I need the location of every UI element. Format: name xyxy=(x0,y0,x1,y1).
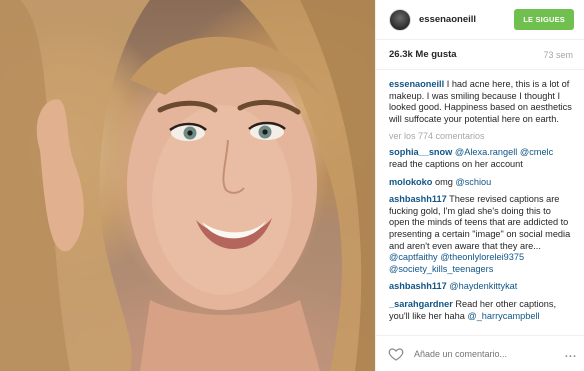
selfie-illustration xyxy=(0,0,375,371)
comments-list: essenaoneill I had acne here, this is a … xyxy=(376,70,584,336)
caption: essenaoneill I had acne here, this is a … xyxy=(389,79,573,125)
post-side-panel: essenaoneill LE SIGUES 26.3k Me gusta 73… xyxy=(375,0,584,371)
comment-mention[interactable]: @Alexa.rangell @cmelc xyxy=(455,147,553,157)
more-options-icon[interactable]: ... xyxy=(565,348,577,360)
comment-item: ashbashh117 @haydenkittykat xyxy=(389,281,573,293)
comment-username[interactable]: ashbashh117 xyxy=(389,194,447,204)
post-stats: 26.3k Me gusta 73 sem xyxy=(376,40,584,70)
comment-mention[interactable]: @haydenkittykat xyxy=(449,281,517,291)
view-all-comments-link[interactable]: ver los 774 comentarios xyxy=(389,131,573,141)
avatar[interactable] xyxy=(389,8,411,31)
comment-item: sophia__snow @Alexa.rangell @cmelc read … xyxy=(389,147,573,170)
comment-item: _sarahgardner Read her other captions, y… xyxy=(389,299,573,322)
comment-footer: ... xyxy=(376,335,584,371)
comment-mention[interactable]: @schiou xyxy=(455,177,491,187)
post-username[interactable]: essenaoneill xyxy=(419,14,514,25)
following-button[interactable]: LE SIGUES xyxy=(514,9,574,30)
comment-username[interactable]: _sarahgardner xyxy=(389,299,453,309)
comment-username[interactable]: ashbashh117 xyxy=(389,281,447,291)
add-comment-input[interactable] xyxy=(414,348,565,359)
heart-icon[interactable] xyxy=(388,346,404,362)
comment-text: read the captions on her account xyxy=(389,158,523,169)
post-header: essenaoneill LE SIGUES xyxy=(376,0,584,40)
post-age[interactable]: 73 sem xyxy=(543,50,573,60)
post-photo[interactable] xyxy=(0,0,375,371)
likes-count[interactable]: 26.3k Me gusta xyxy=(389,49,457,60)
instagram-post-view: essenaoneill LE SIGUES 26.3k Me gusta 73… xyxy=(0,0,584,371)
comment-item: molokoko omg @schiou xyxy=(389,177,573,189)
comment-username[interactable]: molokoko xyxy=(389,177,432,187)
comment-item: ashbashh117 These revised captions are f… xyxy=(389,194,573,275)
comment-mention[interactable]: @_harrycampbell xyxy=(467,311,539,321)
caption-username[interactable]: essenaoneill xyxy=(389,79,444,89)
comment-username[interactable]: sophia__snow xyxy=(389,147,452,157)
comment-mention[interactable]: @captfaithy @theonlylorelei9375 @society… xyxy=(389,252,524,274)
comment-text: omg xyxy=(434,176,453,187)
